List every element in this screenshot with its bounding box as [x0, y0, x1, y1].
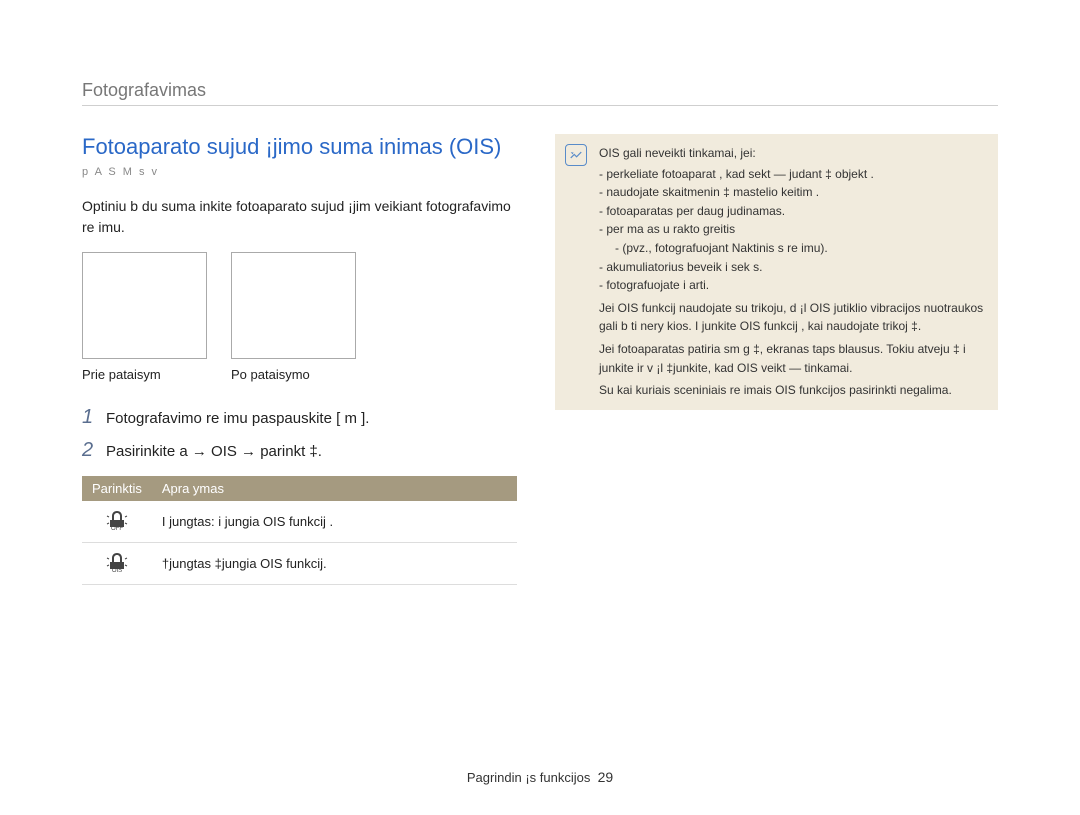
list-item: perkeliate fotoaparat , kad sekt — judan… — [599, 165, 984, 184]
step-number: 2 — [82, 439, 106, 462]
step-2: 2 Pasirinkite a → OIS → parinkt ‡. — [82, 439, 517, 462]
image-after — [231, 252, 356, 359]
image-captions: Prie pataisym Po pataisymo — [82, 367, 517, 382]
note-content: OIS gali neveikti tinkamai, jei: perkeli… — [599, 144, 984, 400]
footer-label: Pagrindin ¡s funkcijos — [467, 770, 591, 785]
image-before — [82, 252, 207, 359]
table-header-row: Parinktis Apra ymas — [82, 476, 517, 501]
options-table: Parinktis Apra ymas OFF I jungtas: i jun… — [82, 476, 517, 585]
step-text: Fotografavimo re imu paspauskite [ m ]. — [106, 410, 369, 427]
columns: Fotoaparato sujud ¡jimo suma inimas (OIS… — [82, 134, 998, 585]
note-para-1: Jei OIS funkcij naudojate su trikoju, d … — [599, 299, 984, 336]
caption-after: Po pataisymo — [231, 367, 356, 382]
note-box: OIS gali neveikti tinkamai, jei: perkeli… — [555, 134, 998, 410]
page-footer: Pagrindin ¡s funkcijos 29 — [0, 769, 1080, 785]
table-row: OIS †jungtas ‡jungia OIS funkcij. — [82, 543, 517, 585]
list-item: naudojate skaitmenin ‡ mastelio keitim . — [599, 183, 984, 202]
ois-on-icon-cell: OIS — [82, 543, 152, 585]
table-row: OFF I jungtas: i jungia OIS funkcij . — [82, 501, 517, 543]
image-row — [82, 252, 517, 359]
note-para-3: Su kai kuriais sceniniais re imais OIS f… — [599, 381, 984, 400]
ois-off-icon: OFF — [103, 509, 131, 531]
section-header: Fotografavimas — [82, 80, 998, 106]
list-item: per ma as u rakto greitis — [599, 220, 984, 239]
note-intro: OIS gali neveikti tinkamai, jei: — [599, 144, 984, 163]
list-item: fotoaparatas per daug judinamas. — [599, 202, 984, 221]
svg-text:OFF: OFF — [111, 526, 123, 531]
th-description: Apra ymas — [152, 476, 517, 501]
ois-off-desc: I jungtas: i jungia OIS funkcij . — [152, 501, 517, 543]
note-list: perkeliate fotoaparat , kad sekt — judan… — [599, 165, 984, 295]
note-icon — [565, 144, 587, 166]
mode-list: p A S M s v — [82, 166, 517, 178]
list-item: akumuliatorius beveik i sek s. — [599, 258, 984, 277]
ois-off-icon-cell: OFF — [82, 501, 152, 543]
page-title: Fotoaparato sujud ¡jimo suma inimas (OIS… — [82, 134, 517, 160]
left-column: Fotoaparato sujud ¡jimo suma inimas (OIS… — [82, 134, 517, 585]
list-item: (pvz., fotografuojant Naktinis s re imu)… — [599, 239, 984, 258]
svg-text:OIS: OIS — [112, 568, 122, 573]
note-para-2: Jei fotoaparatas patiria sm g ‡, ekranas… — [599, 340, 984, 377]
page-number: 29 — [598, 769, 614, 785]
th-option: Parinktis — [82, 476, 152, 501]
right-column: OIS gali neveikti tinkamai, jei: perkeli… — [555, 134, 998, 585]
ois-on-icon: OIS — [103, 551, 131, 573]
caption-before: Prie pataisym — [82, 367, 207, 382]
step-1: 1 Fotografavimo re imu paspauskite [ m ]… — [82, 406, 517, 429]
step-number: 1 — [82, 406, 106, 429]
step-text: Pasirinkite a → OIS → parinkt ‡. — [106, 443, 322, 460]
intro-text: Optiniu b du suma inkite fotoaparato suj… — [82, 196, 517, 238]
ois-on-desc: †jungtas ‡jungia OIS funkcij. — [152, 543, 517, 585]
step-list: 1 Fotografavimo re imu paspauskite [ m ]… — [82, 406, 517, 462]
list-item: fotografuojate i arti. — [599, 276, 984, 295]
